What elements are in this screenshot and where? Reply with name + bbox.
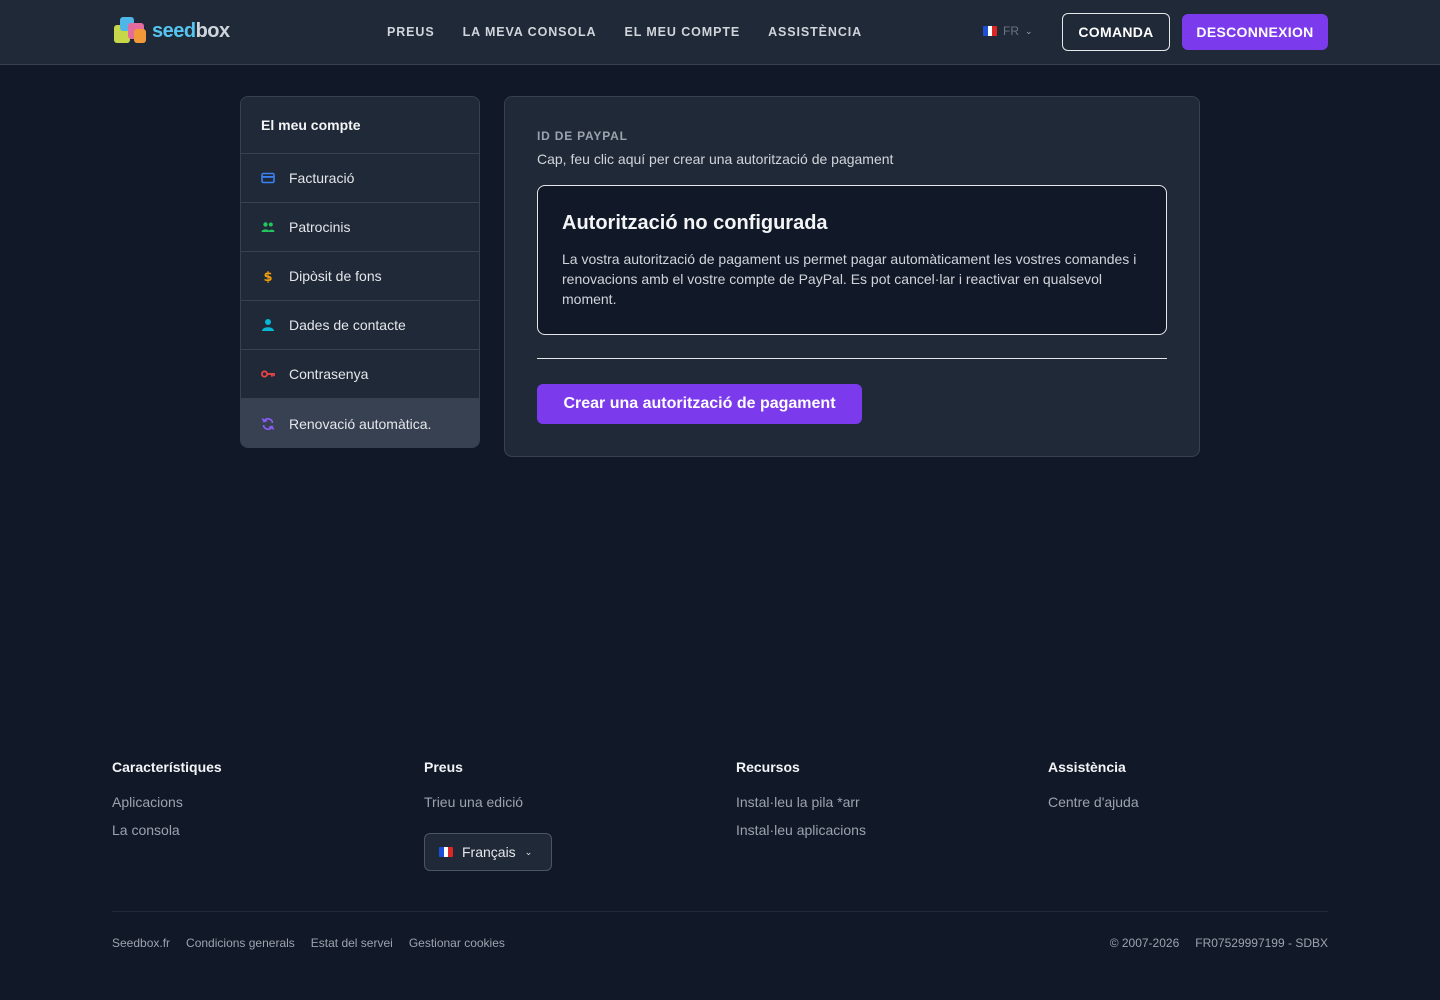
nav-console[interactable]: LA MEVA CONSOLA bbox=[463, 25, 597, 39]
footer-link-apps[interactable]: Aplicacions bbox=[112, 793, 222, 811]
sidebar-item-label: Contrasenya bbox=[289, 366, 369, 382]
sidebar-item-billing[interactable]: Facturació bbox=[241, 154, 479, 203]
copyright: © 2007-2026 bbox=[1109, 936, 1180, 950]
user-icon bbox=[261, 318, 275, 332]
language-select-value: Français bbox=[462, 844, 516, 860]
logo-text: seedbox bbox=[152, 19, 230, 42]
footer-link-cookies[interactable]: Gestionar cookies bbox=[409, 936, 505, 950]
nav-pricing[interactable]: PREUS bbox=[387, 25, 435, 39]
footer-link-choose-edition[interactable]: Trieu una edició bbox=[424, 793, 523, 811]
sidebar-item-deposit[interactable]: $ Dipòsit de fons bbox=[241, 252, 479, 301]
sidebar-item-label: Dipòsit de fons bbox=[289, 268, 382, 284]
sidebar-item-auto-renewal[interactable]: Renovació automàtica. bbox=[241, 399, 479, 447]
sidebar-item-label: Renovació automàtica. bbox=[289, 415, 432, 432]
footer-col-pricing: Preus Trieu una edició bbox=[424, 759, 523, 821]
chevron-down-icon: ⌄ bbox=[524, 846, 533, 857]
refresh-icon bbox=[261, 417, 275, 431]
footer-col-title: Recursos bbox=[736, 759, 800, 775]
footer-divider bbox=[112, 911, 1328, 912]
footer-legal: © 2007-2026 FR07529997199 - SDBX bbox=[1110, 936, 1328, 950]
footer-link-help-center[interactable]: Centre d'ajuda bbox=[1048, 793, 1139, 811]
footer-link-install-apps[interactable]: Instal·leu aplicacions bbox=[736, 821, 866, 839]
company-id: FR07529997199 - SDBX bbox=[1195, 936, 1328, 950]
footer-link-terms[interactable]: Condicions generals bbox=[186, 936, 295, 950]
notice-text: La vostra autorització de pagament us pe… bbox=[562, 251, 1137, 307]
sidebar-item-label: Dades de contacte bbox=[289, 317, 406, 333]
sidebar-item-sponsorship[interactable]: Patrocinis bbox=[241, 203, 479, 252]
sidebar-item-label: Facturació bbox=[289, 170, 355, 186]
nav-account[interactable]: EL MEU COMPTE bbox=[624, 25, 740, 39]
logout-button[interactable]: DESCONNEXION bbox=[1182, 14, 1328, 50]
footer-language-select[interactable]: Français ⌄ bbox=[424, 833, 552, 871]
key-icon bbox=[261, 367, 275, 381]
top-bar: seedbox PREUS LA MEVA CONSOLA EL MEU COM… bbox=[0, 0, 1440, 65]
footer-col-title: Preus bbox=[424, 759, 463, 775]
france-flag-icon bbox=[983, 26, 997, 36]
footer-col-features: Característiques Aplicacions La consola bbox=[112, 759, 222, 849]
footer-bottom-links: Seedbox.fr Condicions generals Estat del… bbox=[112, 936, 505, 950]
paypal-id-value: Cap, feu clic aquí per crear una autorit… bbox=[537, 151, 894, 167]
dollar-icon: $ bbox=[261, 269, 275, 283]
notice-title: Autorització no configurada bbox=[562, 212, 828, 234]
logo[interactable]: seedbox bbox=[114, 14, 230, 48]
chevron-down-icon: ⌄ bbox=[1025, 25, 1033, 36]
sidebar-item-password[interactable]: Contrasenya bbox=[241, 350, 479, 399]
users-icon bbox=[261, 220, 275, 234]
footer-link-install-stack[interactable]: Instal·leu la pila *arr bbox=[736, 793, 866, 811]
sidebar-title: El meu compte bbox=[241, 97, 479, 154]
credit-card-icon bbox=[261, 171, 275, 185]
main-nav: PREUS LA MEVA CONSOLA EL MEU COMPTE ASSI… bbox=[387, 0, 862, 64]
footer-col-resources: Recursos Instal·leu la pila *arr Instal·… bbox=[736, 759, 866, 849]
logo-mark-icon bbox=[114, 15, 150, 47]
create-authorization-button[interactable]: Crear una autorització de pagament bbox=[537, 384, 862, 424]
footer-link-status[interactable]: Estat del servei bbox=[311, 936, 393, 950]
footer-col-title: Característiques bbox=[112, 759, 222, 775]
france-flag-icon bbox=[439, 847, 453, 857]
footer-col-support: Assistència Centre d'ajuda bbox=[1048, 759, 1139, 821]
auto-renewal-card: ID DE PAYPAL Cap, feu clic aquí per crea… bbox=[504, 96, 1200, 457]
sidebar-item-label: Patrocinis bbox=[289, 219, 351, 235]
order-button[interactable]: COMANDA bbox=[1062, 13, 1170, 51]
footer-link-console[interactable]: La consola bbox=[112, 821, 222, 839]
sidebar-item-contact[interactable]: Dades de contacte bbox=[241, 301, 479, 350]
language-switcher[interactable]: FR ⌄ bbox=[983, 24, 1033, 38]
nav-support[interactable]: ASSISTÈNCIA bbox=[768, 25, 862, 39]
footer-link-home[interactable]: Seedbox.fr bbox=[112, 936, 170, 950]
paypal-id-label: ID DE PAYPAL bbox=[537, 129, 628, 143]
language-code: FR bbox=[1003, 24, 1019, 38]
authorization-notice: Autorització no configurada La vostra au… bbox=[537, 185, 1167, 335]
footer-col-title: Assistència bbox=[1048, 759, 1126, 775]
account-sidebar: El meu compte Facturació Patrocinis $ Di… bbox=[240, 96, 480, 448]
svg-text:$: $ bbox=[263, 270, 272, 283]
divider bbox=[537, 358, 1167, 359]
